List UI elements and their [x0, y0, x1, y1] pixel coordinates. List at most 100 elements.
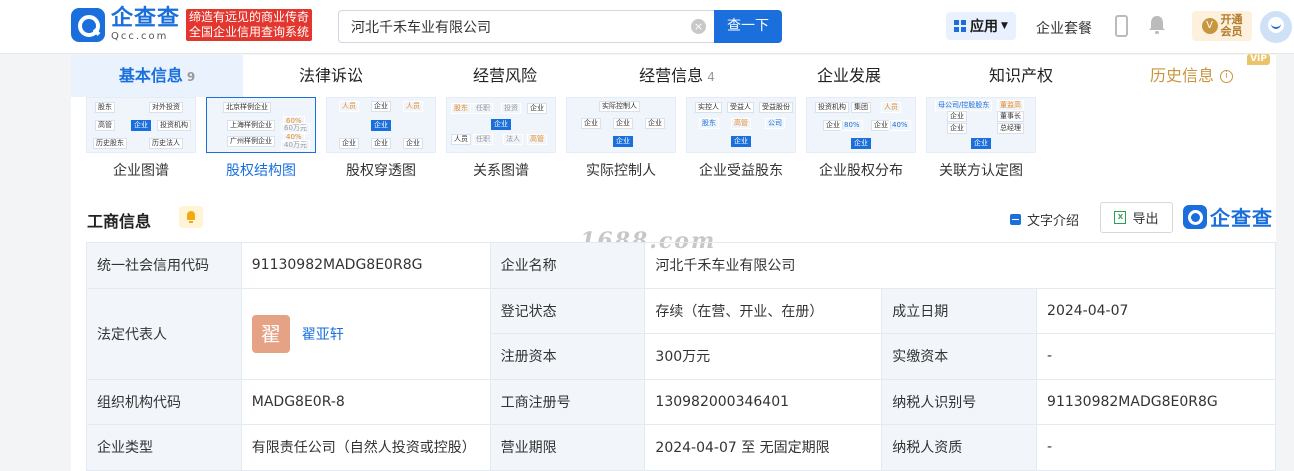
graph-thumb-relation[interactable]: 股东 任职 投资 企业 企业 人员 高管 任职 法人 企业 关系图谱	[446, 97, 556, 180]
tab-ip[interactable]: 知识产权	[935, 55, 1107, 97]
graph-thumb-beneficial-owner[interactable]: 实控人 受益人 受益股份 股东 高管 公司 企业 企业受益股东	[686, 97, 796, 180]
mini-node: 企业	[491, 119, 511, 130]
mini-node: 公司	[765, 118, 785, 129]
legal-rep-label: 法定代表人	[86, 287, 242, 380]
mini-node: 企业	[871, 120, 891, 131]
paid-capital-label: 实缴资本	[881, 333, 1038, 380]
mini-node: 人员	[339, 101, 359, 112]
enterprise-suite-link[interactable]: 企业套餐	[1036, 18, 1092, 38]
text-intro-toggle[interactable]: 文字介绍	[1010, 210, 1079, 229]
taxpayer-id-label: 纳税人识别号	[881, 378, 1038, 425]
mini-node: 40万元	[281, 140, 310, 151]
mini-node: 法人	[503, 134, 523, 145]
thumb-preview: 投资机构 集团 人员 企业 80% 企业 40% 企业	[806, 97, 916, 153]
mini-node: 历史股东	[93, 138, 127, 149]
graph-thumb-actual-controller[interactable]: 实际控制人 企业 企业 企业 企业 实际控制人	[566, 97, 676, 180]
mini-node: 60万元	[281, 123, 310, 134]
search-input[interactable]	[339, 11, 679, 42]
business-info-table: 统一社会信用代码 91130982MADG8E0R8G 企业名称 河北千禾车业有…	[86, 242, 1276, 471]
tab-history[interactable]: 历史信息 i VIP	[1107, 54, 1276, 97]
mini-node: 高管	[95, 120, 115, 131]
mini-node: 企业	[131, 120, 151, 131]
mini-node: 高管	[527, 134, 547, 145]
thumb-preview: 实控人 受益人 受益股份 股东 高管 公司 企业	[686, 97, 796, 153]
table-row: 法定代表人 翟 翟亚轩 登记状态 存续（在营、开业、在册） 成立日期 2024-…	[86, 287, 1276, 380]
clear-icon[interactable]: ×	[691, 19, 706, 34]
mini-node: 实控人	[695, 102, 722, 113]
monitor-bell-icon[interactable]	[179, 206, 203, 228]
tab-label: 法律诉讼	[298, 66, 363, 85]
user-avatar[interactable]	[1260, 11, 1292, 43]
mini-node: 企业	[613, 136, 633, 147]
tab-label: 经营风险	[472, 66, 537, 85]
mini-node: 企业	[371, 101, 391, 112]
mini-node: 实际控制人	[599, 101, 640, 112]
mini-node: 集团	[851, 102, 871, 113]
tab-count: 4	[707, 70, 715, 84]
legal-rep: 翟 翟亚轩	[251, 314, 480, 353]
mini-node: 企业	[371, 138, 391, 149]
tab-risk[interactable]: 经营风险	[419, 55, 591, 97]
thumb-label: 关系图谱	[473, 163, 529, 179]
biz-term-value: 2024-04-07 至 无固定期限	[644, 424, 883, 471]
table-row: 企业类型 有限责任公司（自然人投资或控股） 营业期限 2024-04-07 至 …	[86, 424, 1276, 471]
tab-operation[interactable]: 经营信息 4	[591, 55, 763, 97]
legal-rep-link[interactable]: 翟亚轩	[302, 324, 344, 344]
company-name-label: 企业名称	[489, 242, 646, 289]
mini-node: 40%	[889, 120, 911, 131]
mini-node: 任职	[473, 103, 493, 114]
mini-node: 投资机构	[157, 120, 191, 131]
logo-en: Qcc.com	[111, 31, 169, 42]
graph-thumb-equity-distribution[interactable]: 投资机构 集团 人员 企业 80% 企业 40% 企业 企业股权分布	[806, 97, 916, 180]
thumb-preview: 实际控制人 企业 企业 企业 企业	[566, 97, 676, 153]
credit-code-value: 91130982MADG8E0R8G	[240, 242, 491, 289]
qcc-brand-icon	[1183, 204, 1207, 229]
company-type-value: 有限责任公司（自然人投资或控股）	[240, 424, 491, 471]
mini-node: 董监高	[997, 100, 1024, 111]
apps-menu-button[interactable]: 应用 ▼	[946, 12, 1016, 40]
mini-node: 任职	[473, 134, 493, 145]
founded-value: 2024-04-07	[1036, 287, 1276, 334]
tab-basic-info[interactable]: 基本信息 9	[71, 55, 243, 97]
tab-development[interactable]: 企业发展	[763, 55, 935, 97]
graph-thumbnails: 股东 对外投资 高管 企业 投资机构 历史股东 历史法人 企业图谱 北京样例企业…	[86, 97, 1186, 181]
reg-status-label: 登记状态	[489, 287, 646, 334]
tab-label: 历史信息	[1149, 66, 1214, 85]
qcc-logo[interactable]: 企查查 Qcc.com 缔造有远见的商业传奇 全国企业信用查询系统	[71, 8, 313, 42]
reg-status-value: 存续（在营、开业、在册）	[644, 287, 883, 334]
search-button[interactable]: 查一下	[714, 10, 782, 43]
main-tabs: 基本信息 9 法律诉讼 经营风险 经营信息 4 企业发展 知识产权 历史信息 i VI…	[71, 54, 1276, 97]
taxpayer-qual-label: 纳税人资质	[881, 424, 1038, 471]
mobile-phone-icon[interactable]	[1115, 15, 1128, 37]
logo-text: 企查查 Qcc.com	[111, 8, 180, 42]
founded-label: 成立日期	[881, 287, 1038, 334]
table-row: 组织机构代码 MADG8E0R-8 工商注册号 130982000346401 …	[86, 378, 1276, 425]
legal-rep-cell: 翟 翟亚轩	[240, 287, 491, 380]
export-label: 导出	[1132, 212, 1159, 227]
slogan-badge: 缔造有远见的商业传奇 全国企业信用查询系统	[186, 9, 313, 41]
graph-thumb-equity-structure[interactable]: 北京样例企业 上海样例企业 广州样例企业 60% 40% 60万元 40万元 股…	[206, 97, 316, 180]
notification-bell-icon[interactable]	[1148, 15, 1166, 35]
mini-node: 80%	[841, 120, 863, 131]
open-vip-button[interactable]: V 开通 会员	[1192, 11, 1252, 41]
thumb-label: 企业图谱	[113, 163, 169, 179]
export-button[interactable]: X 导出	[1100, 202, 1173, 233]
brand-text: 企查查	[1210, 206, 1273, 230]
graph-thumb-equity-penetration[interactable]: 人员 企业 人员 企业 企业 企业 企业 股权穿透图	[326, 97, 436, 180]
tab-label: 经营信息	[639, 66, 704, 85]
mini-node: 受益人	[727, 102, 754, 113]
mini-node: 董事长	[997, 111, 1024, 122]
org-code-label: 组织机构代码	[86, 378, 242, 425]
mini-node: 企业	[947, 123, 967, 134]
graph-thumb-related-party[interactable]: 母公司/控股股东 董监高 企业 董事长 企业 总经理 企业 关联方认定图	[926, 97, 1036, 180]
mini-node: 人员	[403, 101, 423, 112]
biz-reg-no-value: 130982000346401	[644, 378, 883, 425]
excel-icon: X	[1114, 211, 1127, 224]
mini-node: 广州样例企业	[227, 136, 275, 147]
graph-thumb-enterprise[interactable]: 股东 对外投资 高管 企业 投资机构 历史股东 历史法人 企业图谱	[86, 97, 196, 180]
tab-legal[interactable]: 法律诉讼	[243, 55, 419, 97]
mini-node: 企业	[823, 120, 843, 131]
thumb-label: 股权穿透图	[346, 163, 416, 179]
taxpayer-qual-value: -	[1036, 424, 1276, 471]
mini-node: 企业	[851, 138, 871, 149]
